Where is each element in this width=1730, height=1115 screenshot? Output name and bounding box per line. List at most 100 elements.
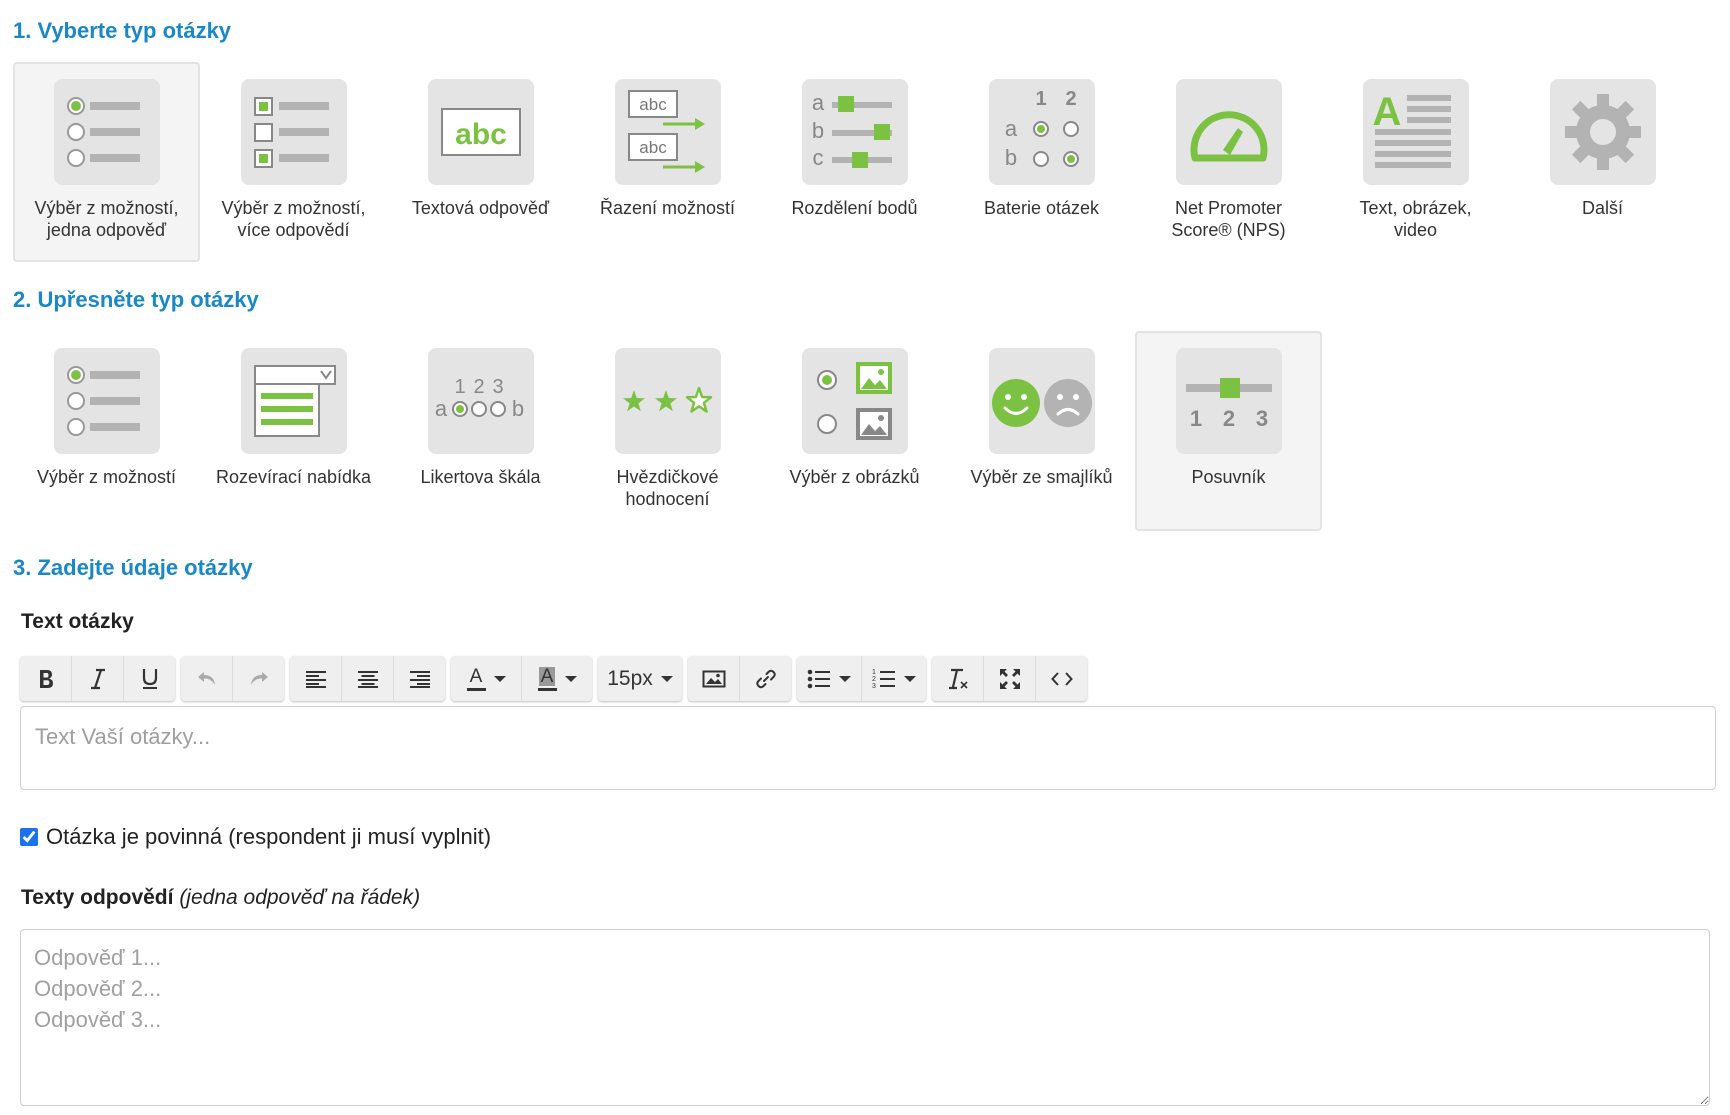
- fullscreen-icon: [999, 668, 1020, 689]
- question-type-more[interactable]: Další: [1509, 62, 1696, 262]
- link-icon: [755, 669, 776, 688]
- italic-button[interactable]: [72, 656, 124, 701]
- background-color-letter: A: [538, 665, 556, 687]
- bold-button[interactable]: [20, 656, 72, 701]
- font-size-group: 15px: [598, 656, 682, 701]
- text-image-video-icon: A: [1362, 79, 1469, 185]
- image-icon: [702, 670, 725, 687]
- fullscreen-button[interactable]: [984, 656, 1036, 701]
- tile-label: Baterie otázek: [983, 198, 1100, 218]
- editor-toolbar: A A 15px 12 3: [20, 656, 1087, 701]
- underline-button[interactable]: [124, 656, 175, 701]
- question-type-nps[interactable]: Net Promoter Score® (NPS): [1135, 62, 1322, 262]
- star-rating-icon: [614, 348, 721, 454]
- svg-text:3: 3: [1255, 406, 1267, 431]
- bullet-list-button[interactable]: [797, 656, 862, 701]
- svg-text:abc: abc: [639, 138, 667, 157]
- color-group: A A: [451, 656, 592, 701]
- background-color-icon: A: [537, 665, 557, 691]
- question-type-text-answer[interactable]: abc Textová odpověď: [387, 62, 574, 262]
- chevron-down-icon: [660, 675, 673, 682]
- subtype-radio-list[interactable]: Výběr z možností: [13, 331, 200, 531]
- question-type-multiple-choice[interactable]: Výběr z možností, více odpovědí: [200, 62, 387, 262]
- align-group: [290, 656, 445, 701]
- chevron-down-icon: [564, 675, 577, 682]
- insert-link-button[interactable]: [740, 656, 791, 701]
- step3-heading: 3. Zadejte údaje otázky: [13, 555, 253, 580]
- align-right-icon: [409, 670, 430, 688]
- align-left-button[interactable]: [290, 656, 342, 701]
- italic-icon: [90, 668, 105, 689]
- align-left-icon: [305, 670, 326, 688]
- question-type-single-choice[interactable]: Výběr z možností, jedna odpověď: [13, 62, 200, 262]
- answers-label-text: Texty odpovědí: [21, 886, 174, 909]
- svg-text:a: a: [434, 396, 447, 421]
- multiple-choice-icon: [240, 79, 347, 185]
- font-size-dropdown[interactable]: 15px: [598, 656, 682, 701]
- tile-label: Posuvník: [1191, 467, 1266, 487]
- question-type-list: Výběr z možností, jedna odpověď Výběr z …: [13, 62, 1696, 262]
- list-group: 123: [797, 656, 926, 701]
- answers-hint: (jedna odpověď na řádek): [179, 886, 421, 909]
- step1-heading: 1. Vyberte typ otázky: [13, 18, 232, 43]
- required-checkbox[interactable]: [20, 828, 38, 846]
- align-center-icon: [357, 670, 378, 688]
- tile-label: Další: [1581, 198, 1623, 218]
- subtype-dropdown[interactable]: Rozevírací nabídka: [200, 331, 387, 531]
- background-color-button[interactable]: A: [522, 656, 592, 701]
- svg-text:c: c: [812, 145, 823, 170]
- image-choice-icon: [801, 348, 908, 454]
- code-icon: [1050, 671, 1073, 686]
- tile-label: Likertova škála: [420, 467, 541, 487]
- text-answer-icon: abc: [427, 79, 534, 185]
- answers-label: Texty odpovědí (jedna odpověď na řádek): [21, 886, 420, 910]
- numbered-list-button[interactable]: 123: [862, 656, 926, 701]
- tile-label: Textová odpověď: [411, 198, 550, 218]
- tile-label: Výběr ze smajlíků: [970, 467, 1113, 487]
- text-color-icon: A: [466, 665, 486, 691]
- subtype-slider[interactable]: 1 2 3 Posuvník: [1135, 331, 1322, 531]
- clear-formatting-button[interactable]: [932, 656, 984, 701]
- svg-text:3: 3: [872, 683, 876, 690]
- insert-image-button[interactable]: [688, 656, 740, 701]
- subtype-image-choice[interactable]: Výběr z obrázků: [761, 331, 948, 531]
- subtype-smiley-choice[interactable]: Výběr ze smajlíků: [948, 331, 1135, 531]
- undo-button[interactable]: [181, 656, 233, 701]
- align-center-button[interactable]: [342, 656, 394, 701]
- step2-heading: 2. Upřesněte typ otázky: [13, 287, 259, 312]
- question-type-battery[interactable]: 1 2 a b Baterie otázek: [948, 62, 1135, 262]
- point-distribution-icon: a b c: [801, 79, 908, 185]
- subtype-star-rating[interactable]: Hvězdičkové hodnocení: [574, 331, 761, 531]
- align-right-button[interactable]: [394, 656, 445, 701]
- svg-text:1: 1: [454, 376, 465, 398]
- svg-text:3: 3: [492, 376, 503, 398]
- tile-label: Net Promoter Score® (NPS): [1171, 198, 1286, 240]
- nps-gauge-icon: [1175, 79, 1282, 185]
- tile-label: Výběr z možností, více odpovědí: [221, 198, 366, 240]
- tile-label: Výběr z možností: [36, 467, 177, 487]
- question-text-editor[interactable]: Text Vaší otázky...: [20, 706, 1716, 790]
- tile-label: Rozdělení bodů: [791, 198, 918, 218]
- tile-label: Text, obrázek, video: [1359, 198, 1472, 240]
- text-color-letter: A: [469, 665, 483, 687]
- question-type-text-image-video[interactable]: A Text, obrázek, video: [1322, 62, 1509, 262]
- question-type-ranking[interactable]: abc abc Řazení možností: [574, 62, 761, 262]
- single-choice-icon: [53, 79, 160, 185]
- chevron-down-icon: [493, 675, 506, 682]
- numbered-list-icon: 123: [872, 669, 895, 690]
- question-type-point-distribution[interactable]: a b c Rozdělení bodů: [761, 62, 948, 262]
- question-text-label: Text otázky: [21, 610, 134, 633]
- slider-icon: 1 2 3: [1175, 348, 1282, 454]
- svg-text:a: a: [1004, 116, 1017, 141]
- bold-icon: [39, 669, 53, 688]
- redo-button[interactable]: [233, 656, 284, 701]
- required-label: Otázka je povinná (respondent ji musí vy…: [46, 824, 492, 849]
- history-group: [181, 656, 284, 701]
- subtype-likert-scale[interactable]: 1 2 3 a b Likertova škála: [387, 331, 574, 531]
- misc-group: [932, 656, 1087, 701]
- text-color-button[interactable]: A: [451, 656, 522, 701]
- smiley-choice-icon: [988, 348, 1095, 454]
- answers-textarea[interactable]: [20, 929, 1710, 1106]
- source-code-button[interactable]: [1036, 656, 1087, 701]
- svg-text:b: b: [511, 396, 523, 421]
